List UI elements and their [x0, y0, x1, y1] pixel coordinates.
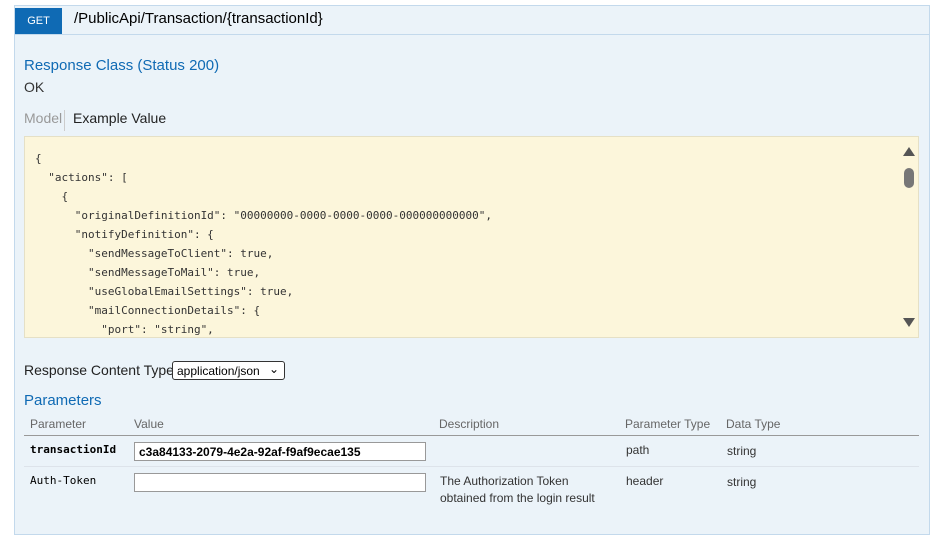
- param-name-auth-token: Auth-Token: [30, 474, 97, 487]
- http-method-badge[interactable]: GET: [15, 8, 62, 34]
- transactionid-input[interactable]: c3a84133-2079-4e2a-92af-f9af9ecae135: [134, 442, 426, 461]
- header-parameter-type: Parameter Type: [625, 417, 711, 431]
- example-value-code-box[interactable]: { "actions": [ { "originalDefinitionId":…: [24, 136, 919, 338]
- header-value: Value: [134, 417, 164, 431]
- row-divider: [24, 466, 919, 467]
- header-data-type: Data Type: [726, 417, 781, 431]
- scroll-down-arrow-icon[interactable]: [903, 318, 915, 327]
- param-type-transactionid: path: [626, 443, 650, 457]
- scrollbar-thumb[interactable]: [904, 168, 914, 188]
- tab-model[interactable]: Model: [24, 110, 62, 126]
- param-name-transactionid: transactionId: [30, 443, 117, 456]
- response-content-type-select[interactable]: application/json ⌄: [172, 361, 285, 380]
- endpoint-path[interactable]: /PublicApi/Transaction/{transactionId}: [74, 10, 323, 27]
- response-class-title: Response Class (Status 200): [24, 57, 220, 74]
- header-divider: [24, 435, 919, 436]
- data-type-auth-token: string: [727, 475, 757, 489]
- chevron-down-icon: ⌄: [268, 362, 279, 376]
- auth-token-input[interactable]: [134, 473, 426, 492]
- param-type-auth-token: header: [626, 474, 664, 488]
- header-description: Description: [439, 417, 500, 431]
- tab-example-value[interactable]: Example Value: [73, 110, 166, 126]
- response-status-text: OK: [24, 79, 45, 95]
- data-type-transactionid: string: [727, 444, 757, 458]
- parameters-title: Parameters: [24, 392, 102, 409]
- tab-divider: [64, 110, 65, 131]
- example-json-code: { "actions": [ { "originalDefinitionId":…: [35, 152, 492, 336]
- header-parameter: Parameter: [30, 417, 87, 431]
- auth-token-description-line2: obtained from the login result: [440, 491, 595, 505]
- response-content-type-value: application/json: [177, 364, 260, 378]
- scroll-up-arrow-icon[interactable]: [903, 147, 915, 156]
- auth-token-description-line1: The Authorization Token: [440, 474, 569, 488]
- operation-header[interactable]: GET /PublicApi/Transaction/{transactionI…: [14, 5, 930, 35]
- response-content-type-label: Response Content Type: [24, 362, 174, 378]
